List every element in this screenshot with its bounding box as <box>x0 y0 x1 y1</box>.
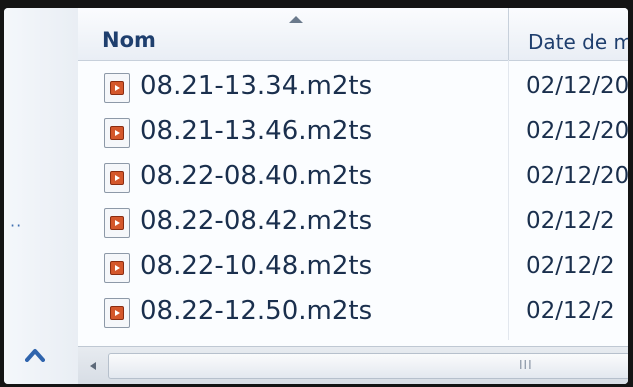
file-name: 08.21-13.34.m2ts <box>140 71 373 101</box>
file-date: 02/12/2 <box>526 208 615 234</box>
scrollbar-grip: III <box>519 358 533 372</box>
video-file-icon <box>104 73 130 103</box>
file-list-pane: Nom Date de m 08.21-13.34.m2ts 02/12/20 … <box>78 8 628 384</box>
file-date: 02/12/2 <box>526 298 615 324</box>
navigation-pane: ·· <box>4 8 79 384</box>
file-name: 08.22-08.40.m2ts <box>140 161 373 191</box>
video-file-icon <box>104 163 130 193</box>
column-header-name-label: Nom <box>102 28 156 52</box>
file-row[interactable]: 08.21-13.46.m2ts 02/12/20 <box>78 109 628 154</box>
file-name: 08.22-08.42.m2ts <box>140 206 373 236</box>
column-header-date[interactable]: Date de m <box>510 8 628 60</box>
video-file-icon <box>104 208 130 238</box>
video-file-icon <box>104 298 130 328</box>
scrollbar-thumb[interactable]: III <box>108 353 628 379</box>
file-date: 02/12/2 <box>526 253 615 279</box>
file-date: 02/12/20 <box>526 73 628 99</box>
file-row[interactable]: 08.22-12.50.m2ts 02/12/2 <box>78 289 628 334</box>
video-file-icon <box>104 118 130 148</box>
chevron-up-icon[interactable] <box>22 344 48 366</box>
file-name: 08.22-10.48.m2ts <box>140 251 373 281</box>
sort-ascending-icon <box>289 16 303 23</box>
file-row[interactable]: 08.21-13.34.m2ts 02/12/20 <box>78 64 628 109</box>
column-header-bar: Nom Date de m <box>78 8 628 61</box>
scroll-left-arrow-icon[interactable] <box>88 361 98 371</box>
nav-ellipsis[interactable]: ·· <box>10 216 22 235</box>
file-row[interactable]: 08.22-08.42.m2ts 02/12/2 <box>78 199 628 244</box>
file-row[interactable]: 08.22-10.48.m2ts 02/12/2 <box>78 244 628 289</box>
column-header-date-label: Date de m <box>528 30 628 54</box>
horizontal-scrollbar[interactable]: III <box>78 346 628 384</box>
file-list: 08.21-13.34.m2ts 02/12/20 08.21-13.46.m2… <box>78 64 628 334</box>
file-name: 08.21-13.46.m2ts <box>140 116 373 146</box>
video-file-icon <box>104 253 130 283</box>
explorer-window: ·· Nom Date de m 08.21-13.34.m2ts 02/12/… <box>4 8 628 384</box>
file-date: 02/12/20 <box>526 118 628 144</box>
file-row[interactable]: 08.22-08.40.m2ts 02/12/20 <box>78 154 628 199</box>
file-name: 08.22-12.50.m2ts <box>140 296 373 326</box>
file-date: 02/12/20 <box>526 163 628 189</box>
